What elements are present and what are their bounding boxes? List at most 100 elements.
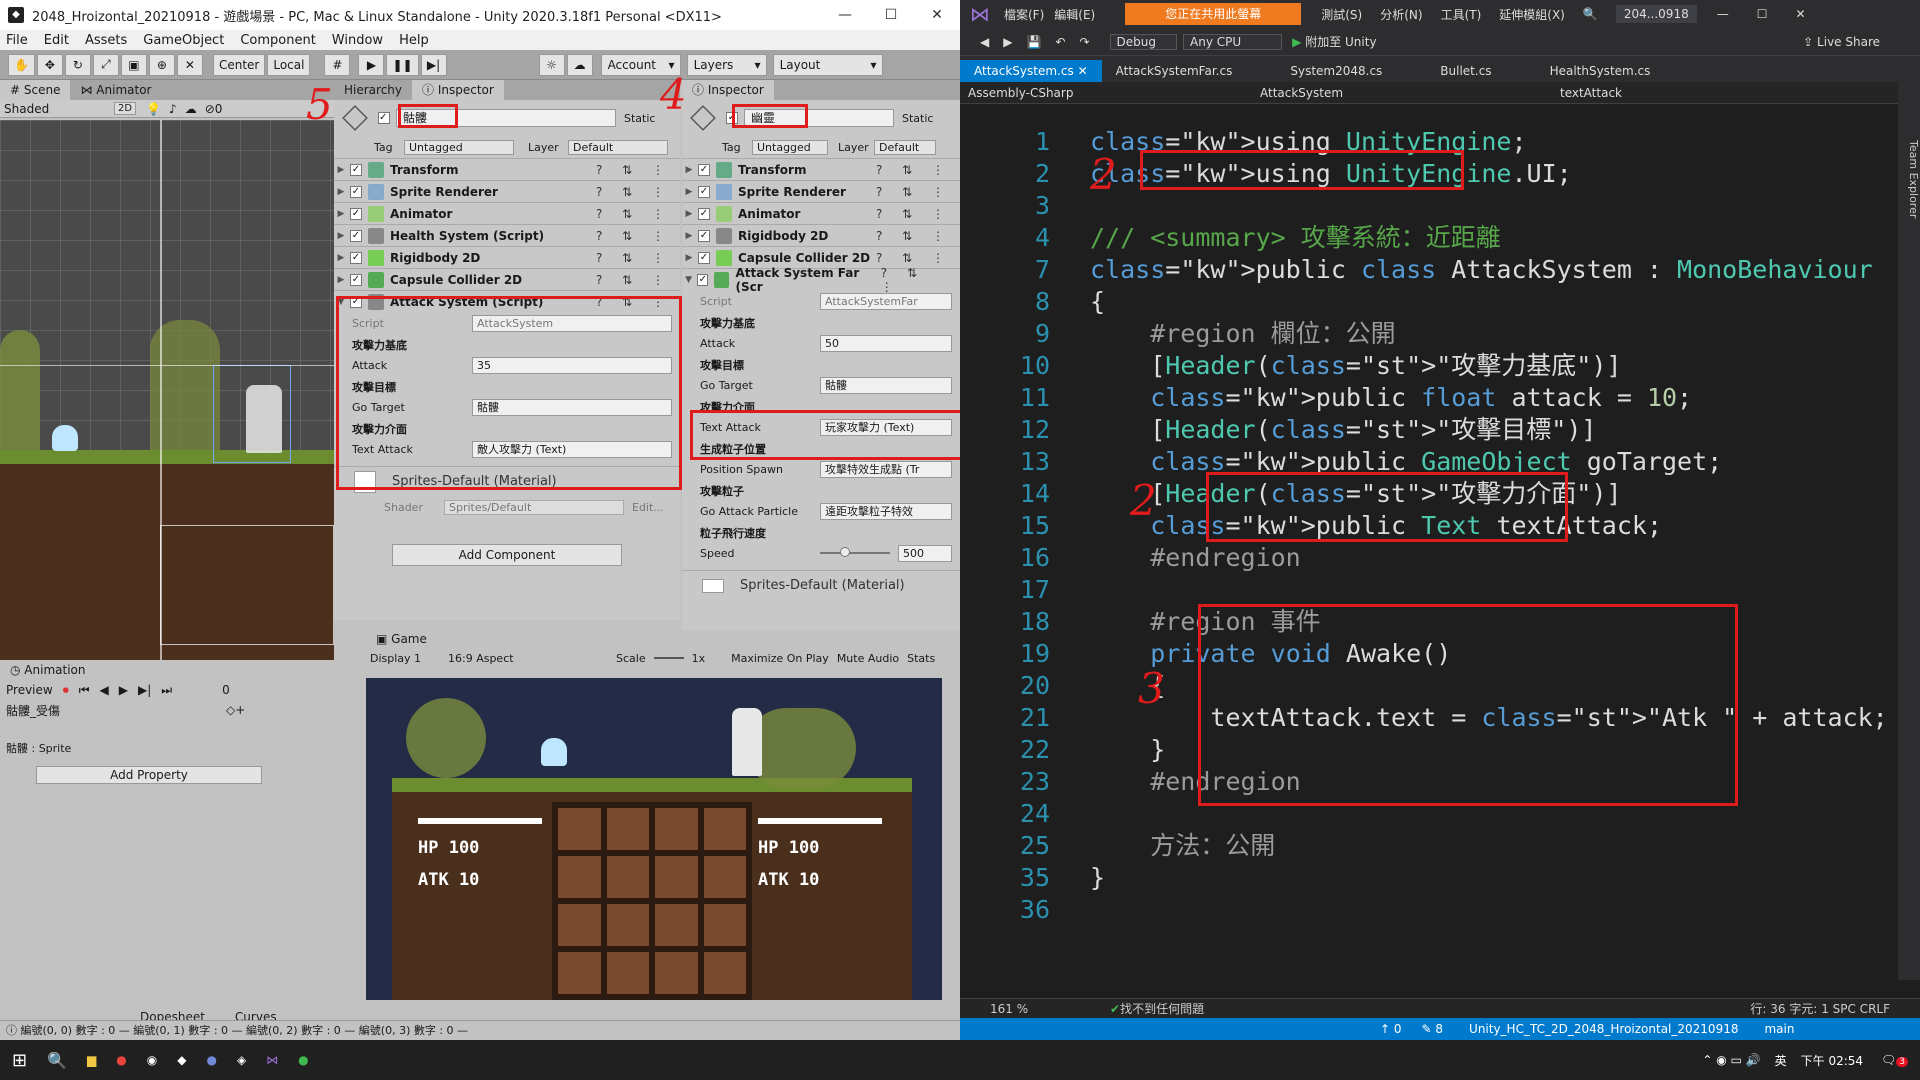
rotate-tool-icon[interactable]: ↻ — [64, 53, 91, 76]
menu-assets[interactable]: Assets — [85, 33, 127, 48]
play-button[interactable]: ▶ — [358, 53, 385, 76]
foldout-arrow-icon[interactable]: ▶ — [334, 253, 348, 263]
tab-bullet[interactable]: Bullet.cs — [1426, 60, 1505, 82]
code-line[interactable]: 22 } — [960, 734, 1900, 766]
code-line[interactable]: 25 方法：公開 — [960, 830, 1900, 862]
component-transform[interactable]: ▶ ✓ Transform ? ⇅ ⋮ — [334, 158, 680, 180]
status-up-icon[interactable]: ↑ 0 — [1380, 1022, 1402, 1036]
script-field[interactable]: AttackSystem — [472, 314, 672, 332]
foldout-arrow-icon[interactable]: ▼ — [334, 297, 348, 307]
save-icon[interactable]: 💾 — [1026, 35, 1041, 49]
attach-unity-button[interactable]: ▶ 附加至 Unity — [1292, 33, 1376, 50]
script-field[interactable]: AttackSystemFar — [820, 292, 952, 310]
tag-dropdown[interactable]: Untagged — [404, 139, 514, 155]
foldout-arrow-icon[interactable]: ▼ — [682, 275, 695, 285]
effects-icon[interactable]: ☁ — [185, 102, 197, 116]
tab-close-icon[interactable]: ✕ — [1078, 64, 1088, 78]
code-line[interactable]: 21 textAttack.text = class="st">"Atk " +… — [960, 702, 1900, 734]
foldout-arrow-icon[interactable]: ▶ — [682, 209, 696, 219]
code-editor[interactable]: 1 class="kw">using UnityEngine; 2 class="kw… — [960, 126, 1900, 926]
prev-key-icon[interactable]: ◀ — [100, 683, 109, 697]
file-explorer-icon[interactable]: ▆ — [87, 1053, 96, 1067]
component-attack-system-script-[interactable]: ▼ ✓ Attack System (Script) ? ⇅ ⋮ — [334, 290, 680, 312]
first-key-icon[interactable]: ⏮ — [79, 683, 90, 698]
component-rigidbody-2d[interactable]: ▶ ✓ Rigidbody 2D ? ⇅ ⋮ — [334, 246, 680, 268]
game-viewport[interactable]: HP 100 ATK 10 HP 100 ATK 10 — [366, 678, 942, 1000]
code-line[interactable]: 8{ — [960, 286, 1900, 318]
active-checkbox[interactable]: ✓ — [378, 112, 390, 124]
speed-field[interactable]: 500 — [898, 544, 952, 562]
maximize-button[interactable]: ☐ — [868, 0, 914, 30]
ghost-sprite[interactable] — [52, 425, 78, 451]
foldout-arrow-icon[interactable]: ▶ — [682, 165, 696, 175]
component-menu-icon[interactable]: ? ⇅ ⋮ — [876, 251, 952, 265]
component-transform[interactable]: ▶ ✓ Transform ? ⇅ ⋮ — [682, 158, 960, 180]
tab-animator[interactable]: ⋈ Animator — [70, 80, 161, 100]
vs-maximize-button[interactable]: ☐ — [1757, 7, 1768, 21]
nav-member-dropdown[interactable]: textAttack — [1560, 86, 1860, 100]
unity-taskbar-icon[interactable]: ◈ — [237, 1053, 246, 1067]
code-line[interactable]: 18 #region 事件 — [960, 606, 1900, 638]
frame-field[interactable]: 0 — [222, 683, 272, 697]
mode-2d-toggle[interactable]: 2D — [114, 102, 137, 115]
undo-icon[interactable]: ↶ — [1055, 35, 1065, 49]
tab-inspector-left[interactable]: ⓘ Inspector — [412, 80, 504, 100]
vs-menu-test[interactable]: 測試(S) — [1321, 6, 1362, 23]
ime-indicator[interactable]: 英 — [1775, 1052, 1787, 1069]
pause-button[interactable]: ❚❚ — [386, 53, 419, 76]
component-menu-icon[interactable]: ? ⇅ ⋮ — [596, 163, 672, 177]
vs-close-button[interactable]: ✕ — [1795, 7, 1805, 21]
component-menu-icon[interactable]: ? ⇅ ⋮ — [881, 266, 952, 294]
code-line[interactable]: 7 class="kw">public class AttackSystem : … — [960, 254, 1900, 286]
component-enabled-checkbox[interactable]: ✓ — [350, 185, 362, 198]
layer-dropdown[interactable]: Default — [874, 139, 936, 155]
component-menu-icon[interactable]: ? ⇅ ⋮ — [596, 295, 672, 309]
search-icon[interactable]: 🔍 — [47, 1051, 67, 1070]
component-menu-icon[interactable]: ? ⇅ ⋮ — [876, 229, 952, 243]
redo-icon[interactable]: ↷ — [1079, 35, 1089, 49]
component-enabled-checkbox[interactable]: ✓ — [350, 229, 362, 242]
obs-icon[interactable]: ◉ — [147, 1053, 157, 1067]
next-key-icon[interactable]: ▶| — [138, 683, 151, 697]
menu-window[interactable]: Window — [332, 33, 383, 48]
tab-healthsystem[interactable]: HealthSystem.cs — [1536, 60, 1665, 82]
property-row[interactable]: 骷髏 : Sprite — [6, 740, 71, 756]
text-attack-field[interactable]: 玩家攻擊力 (Text) — [820, 418, 952, 436]
tab-scene[interactable]: # Scene — [0, 80, 71, 100]
shader-dropdown[interactable]: Sprites/Default — [444, 499, 624, 515]
step-button[interactable]: ▶| — [420, 53, 447, 76]
component-menu-icon[interactable]: ? ⇅ ⋮ — [596, 273, 672, 287]
component-enabled-checkbox[interactable]: ✓ — [697, 273, 709, 286]
code-line[interactable]: 4 /// <summary> 攻擊系統：近距離 — [960, 222, 1900, 254]
vs-menu-edit[interactable]: 編輯(E) — [1054, 6, 1095, 23]
static-toggle[interactable]: Static — [624, 112, 655, 125]
component-capsule-collider-2d[interactable]: ▶ ✓ Capsule Collider 2D ? ⇅ ⋮ — [334, 268, 680, 290]
text-attack-field[interactable]: 敵人攻擊力 (Text) — [472, 440, 672, 458]
aspect-dropdown[interactable]: 16:9 Aspect — [448, 652, 608, 665]
discord-icon[interactable]: ● — [206, 1053, 216, 1067]
tray-icons[interactable]: ⌃ ◉ ▭ 🔊 — [1702, 1053, 1760, 1067]
code-line[interactable]: 14 [Header(class="st">"攻擊力介面")] — [960, 478, 1900, 510]
mute-audio-toggle[interactable]: Mute Audio — [837, 652, 899, 665]
display-dropdown[interactable]: Display 1 — [370, 652, 440, 665]
start-icon[interactable]: ⊞ — [12, 1050, 27, 1071]
component-animator[interactable]: ▶ ✓ Animator ? ⇅ ⋮ — [682, 202, 960, 224]
grid-snap-icon[interactable]: # — [324, 53, 351, 76]
lighting-icon[interactable]: 💡 — [146, 102, 161, 116]
code-line[interactable]: 16 #endregion — [960, 542, 1900, 574]
scale-slider[interactable] — [653, 657, 684, 659]
clip-dropdown[interactable]: 骷髏_受傷 — [6, 702, 196, 719]
code-line[interactable]: 24 — [960, 798, 1900, 830]
team-explorer-side-tab[interactable]: Team Explorer — [1898, 80, 1920, 980]
tab-game[interactable]: ▣ Game — [366, 629, 437, 649]
component-menu-icon[interactable]: ? ⇅ ⋮ — [876, 185, 952, 199]
particle-field[interactable]: 遠距攻擊粒子特效 — [820, 502, 952, 520]
code-line[interactable]: 23 #endregion — [960, 766, 1900, 798]
component-enabled-checkbox[interactable]: ✓ — [698, 163, 710, 176]
shader-edit-button[interactable]: Edit... — [632, 501, 664, 514]
unity-hub-icon[interactable]: ◆ — [177, 1053, 186, 1067]
maximize-on-play-toggle[interactable]: Maximize On Play — [731, 652, 829, 665]
component-enabled-checkbox[interactable]: ✓ — [698, 207, 710, 220]
go-target-field[interactable]: 骷髏 — [472, 398, 672, 416]
tab-hierarchy[interactable]: Hierarchy — [334, 80, 412, 100]
